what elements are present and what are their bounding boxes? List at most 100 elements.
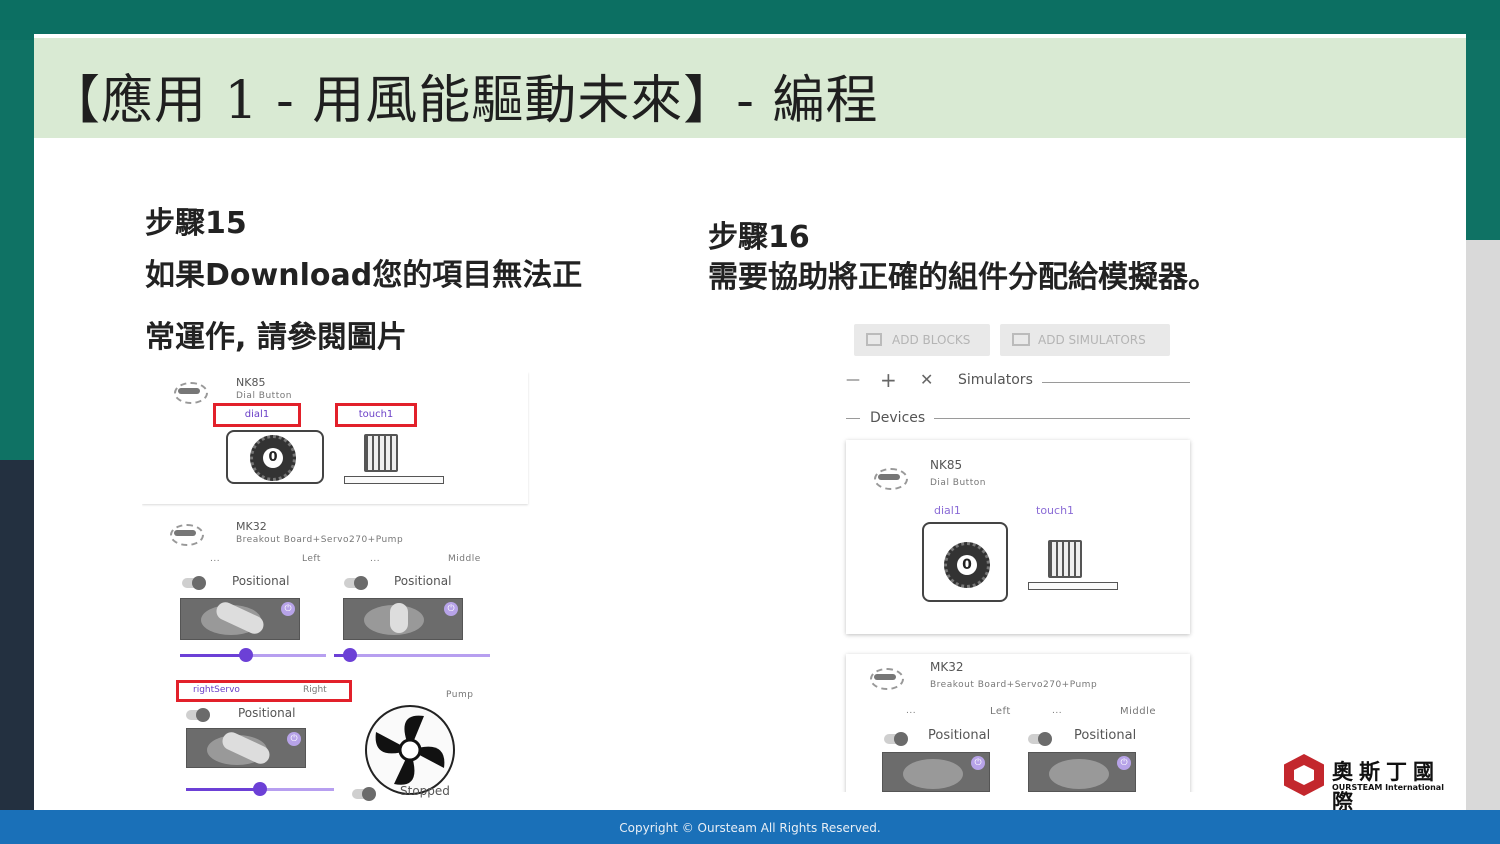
add-simulators-button[interactable]: ADD SIMULATORS — [1000, 324, 1170, 356]
mk32-name: MK32 — [930, 660, 964, 674]
positional-label: Positional — [394, 574, 452, 588]
oursteam-logo: 奧斯丁國際 OURSTEAM International — [1284, 752, 1462, 814]
divider — [846, 418, 860, 419]
mk32-subtitle: Breakout Board+Servo270+Pump — [930, 680, 1098, 690]
positional-label: Positional — [238, 706, 296, 720]
middle-servo-label: Middle — [1120, 706, 1157, 717]
dial1-label: dial1 — [213, 403, 301, 427]
touch1-label: touch1 — [335, 403, 417, 427]
dial-board: 0 — [922, 522, 1008, 602]
devices-heading: Devices — [870, 410, 926, 426]
positional-toggle-left[interactable] — [884, 732, 908, 746]
slider-middle[interactable] — [334, 648, 490, 662]
positional-toggle-right[interactable] — [186, 708, 210, 722]
close-simulators-button[interactable]: ✕ — [920, 370, 933, 389]
step15-line2: 常運作, 請參閱圖片 — [145, 320, 407, 355]
background-right-accent — [1460, 240, 1500, 820]
fan-icon — [365, 705, 455, 795]
nk85-subtitle: Dial Button — [236, 391, 292, 401]
logo-english-name: OURSTEAM International — [1332, 783, 1444, 792]
servo-middle: ⏻ — [1028, 752, 1136, 792]
nk85-subtitle: Dial Button — [930, 478, 986, 488]
ellipsis: ... — [906, 706, 917, 716]
left-servo-label: Left — [302, 554, 321, 564]
positional-label: Positional — [1074, 728, 1137, 743]
step16-heading: 步驟16 — [708, 220, 810, 255]
power-icon[interactable]: ⏻ — [971, 756, 985, 770]
pump-label: Pump — [446, 690, 474, 700]
slide-title: 【應用 1 - 用風能驅動未來】- 編程 — [48, 71, 879, 131]
slide: 【應用 1 - 用風能驅動未來】- 編程 步驟15 如果Download您的項目… — [34, 34, 1466, 810]
step16-line1: 需要協助將正確的組件分配給模擬器。 — [708, 260, 1218, 295]
simulators-heading: Simulators — [958, 372, 1033, 388]
touch1-label: touch1 — [1036, 504, 1075, 517]
mk32-subtitle: Breakout Board+Servo270+Pump — [236, 535, 404, 545]
dial-knob[interactable]: 0 — [944, 542, 990, 588]
power-icon[interactable]: ⏻ — [1117, 756, 1131, 770]
add-blocks-label: ADD BLOCKS — [892, 333, 971, 347]
slider-right-fill — [186, 788, 260, 791]
stopped-label: Stopped — [400, 784, 450, 798]
board-icon — [170, 524, 204, 546]
servo-right: ⏻ — [186, 728, 306, 768]
positional-label: Positional — [232, 574, 290, 588]
positional-toggle-left[interactable] — [182, 576, 206, 590]
nk85-name: NK85 — [236, 376, 266, 389]
blocks-icon — [866, 333, 882, 346]
touch-sensor[interactable] — [1028, 540, 1132, 594]
touch-sensor[interactable] — [344, 434, 448, 486]
step15-heading: 步驟15 — [145, 206, 247, 241]
drone-icon — [174, 382, 208, 404]
servo-left: ⏻ — [180, 598, 300, 640]
slider-left-fill — [180, 654, 246, 657]
slider-left[interactable] — [180, 648, 326, 662]
ellipsis: ... — [370, 554, 381, 564]
left-servo-label: Left — [990, 706, 1011, 717]
dial-value: 0 — [957, 555, 977, 575]
positional-toggle-middle[interactable] — [344, 576, 368, 590]
servo-middle: ⏻ — [343, 598, 463, 640]
slider-right[interactable] — [186, 782, 334, 796]
slider-left-knob[interactable] — [239, 648, 253, 662]
step15-screenshot: NK85 Dial Button dial1 touch1 0 MK32 Bre… — [142, 372, 554, 810]
dial-board: 0 — [226, 430, 324, 484]
divider — [934, 418, 1190, 419]
power-icon[interactable]: ⏻ — [281, 602, 295, 616]
dial-value: 0 — [263, 448, 283, 468]
power-icon[interactable]: ⏻ — [287, 732, 301, 746]
mk32-name: MK32 — [236, 520, 267, 533]
board-icon — [870, 668, 904, 690]
divider — [1042, 382, 1190, 383]
dial-knob[interactable]: 0 — [250, 435, 296, 481]
ellipsis: ... — [210, 554, 221, 564]
right-label: Right — [303, 685, 327, 695]
slider-right-knob[interactable] — [253, 782, 267, 796]
step16-screenshot: ADD BLOCKS ADD SIMULATORS — + ✕ Simulato… — [834, 320, 1198, 792]
right-servo-label: rightServo — [193, 685, 240, 695]
add-blocks-button[interactable]: ADD BLOCKS — [854, 324, 990, 356]
dial1-label: dial1 — [934, 504, 961, 517]
nk85-card: NK85 Dial Button dial1 touch1 0 — [846, 440, 1190, 634]
step15-line1: 如果Download您的項目無法正 — [145, 258, 583, 293]
drone-icon — [874, 468, 908, 490]
logo-hexagon-icon — [1284, 754, 1324, 796]
servo-left: ⏻ — [882, 752, 990, 792]
power-icon[interactable]: ⏻ — [444, 602, 458, 616]
pump-toggle[interactable] — [352, 787, 376, 801]
positional-label: Positional — [928, 728, 991, 743]
title-bar: 【應用 1 - 用風能驅動未來】- 編程 — [34, 34, 1466, 138]
middle-servo-label: Middle — [448, 554, 481, 564]
nk85-card: NK85 Dial Button dial1 touch1 0 — [142, 372, 528, 504]
right-servo-highlight: rightServo Right — [176, 680, 352, 702]
mk32-card: MK32 Breakout Board+Servo270+Pump ... Le… — [142, 508, 528, 810]
positional-toggle-middle[interactable] — [1028, 732, 1052, 746]
collapse-all-button[interactable]: — — [846, 372, 860, 388]
mk32-card: MK32 Breakout Board+Servo270+Pump ... Le… — [846, 654, 1190, 792]
simulators-icon — [1012, 333, 1030, 346]
add-simulator-button[interactable]: + — [880, 368, 897, 392]
add-simulators-label: ADD SIMULATORS — [1038, 333, 1146, 347]
footer-copyright: Copyright © Oursteam All Rights Reserved… — [0, 810, 1500, 844]
slider-middle-knob[interactable] — [343, 648, 357, 662]
nk85-name: NK85 — [930, 458, 963, 472]
ellipsis: ... — [1052, 706, 1063, 716]
